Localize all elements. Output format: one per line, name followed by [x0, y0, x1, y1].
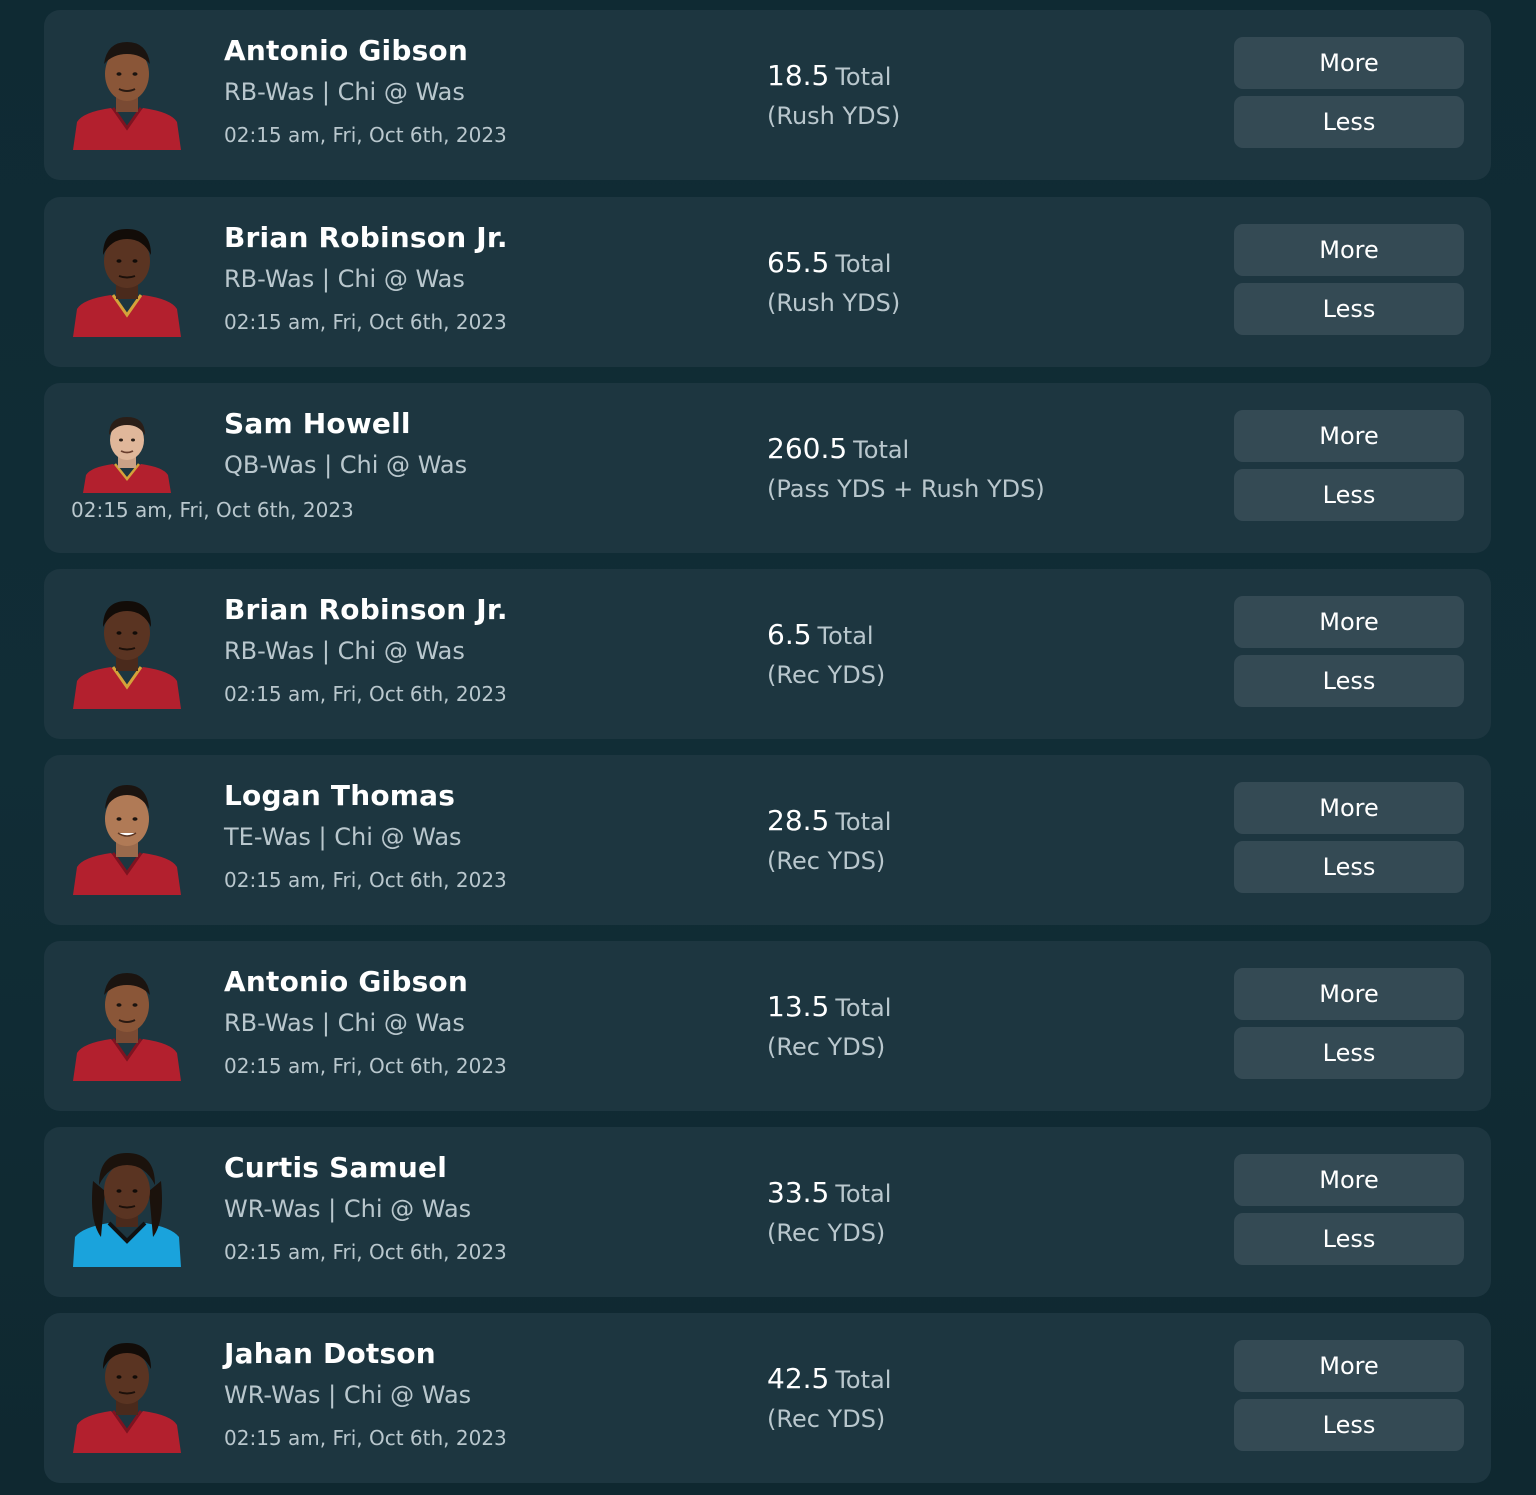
less-button[interactable]: Less	[1234, 1399, 1464, 1451]
prop-line: 42.5 Total	[767, 1362, 891, 1395]
player-team-matchup: RB-Was | Chi @ Was	[224, 1009, 465, 1037]
player-avatar	[71, 593, 183, 709]
prop-line: 65.5 Total	[767, 246, 891, 279]
player-team-matchup: RB-Was | Chi @ Was	[224, 637, 465, 665]
prop-line: 13.5 Total	[767, 990, 891, 1023]
total-label: Total	[835, 994, 892, 1022]
game-time: 02:15 am, Fri, Oct 6th, 2023	[71, 498, 354, 522]
more-button[interactable]: More	[1234, 1154, 1464, 1206]
more-button[interactable]: More	[1234, 37, 1464, 89]
player-name: Brian Robinson Jr.	[224, 593, 508, 626]
game-time: 02:15 am, Fri, Oct 6th, 2023	[224, 1426, 507, 1450]
stat-type: (Pass YDS + Rush YDS)	[767, 475, 1045, 503]
less-button[interactable]: Less	[1234, 283, 1464, 335]
more-button[interactable]: More	[1234, 410, 1464, 462]
prop-card: Sam Howell QB-Was | Chi @ Was 02:15 am, …	[44, 383, 1491, 553]
player-name: Antonio Gibson	[224, 965, 468, 998]
prop-card: Jahan Dotson WR-Was | Chi @ Was 02:15 am…	[44, 1313, 1491, 1483]
prop-card: Antonio Gibson RB-Was | Chi @ Was 02:15 …	[44, 941, 1491, 1111]
player-avatar	[71, 1151, 183, 1267]
prop-line: 18.5 Total	[767, 59, 891, 92]
player-name: Sam Howell	[224, 407, 411, 440]
prop-card: Logan Thomas TE-Was | Chi @ Was 02:15 am…	[44, 755, 1491, 925]
player-team-matchup: QB-Was | Chi @ Was	[224, 451, 468, 479]
player-name: Antonio Gibson	[224, 34, 468, 67]
less-button[interactable]: Less	[1234, 841, 1464, 893]
player-team-matchup: TE-Was | Chi @ Was	[224, 823, 462, 851]
player-avatar	[81, 413, 173, 493]
more-button[interactable]: More	[1234, 1340, 1464, 1392]
game-time: 02:15 am, Fri, Oct 6th, 2023	[224, 123, 507, 147]
less-button[interactable]: Less	[1234, 655, 1464, 707]
stat-type: (Rush YDS)	[767, 289, 901, 317]
total-label: Total	[853, 436, 910, 464]
total-label: Total	[835, 63, 892, 91]
prop-card: Curtis Samuel WR-Was | Chi @ Was 02:15 a…	[44, 1127, 1491, 1297]
player-avatar	[71, 34, 183, 150]
player-team-matchup: WR-Was | Chi @ Was	[224, 1195, 472, 1223]
game-time: 02:15 am, Fri, Oct 6th, 2023	[224, 310, 507, 334]
total-label: Total	[817, 622, 874, 650]
more-button[interactable]: More	[1234, 224, 1464, 276]
more-button[interactable]: More	[1234, 596, 1464, 648]
line-value: 13.5	[767, 990, 830, 1023]
player-name: Curtis Samuel	[224, 1151, 448, 1184]
stat-type: (Rec YDS)	[767, 1405, 886, 1433]
stat-type: (Rec YDS)	[767, 847, 886, 875]
prop-card: Antonio Gibson RB-Was | Chi @ Was 02:15 …	[44, 10, 1491, 180]
total-label: Total	[835, 1366, 892, 1394]
prop-line: 260.5 Total	[767, 432, 909, 465]
player-team-matchup: RB-Was | Chi @ Was	[224, 78, 465, 106]
stat-type: (Rec YDS)	[767, 1219, 886, 1247]
more-button[interactable]: More	[1234, 968, 1464, 1020]
prop-line: 6.5 Total	[767, 618, 874, 651]
game-time: 02:15 am, Fri, Oct 6th, 2023	[224, 1054, 507, 1078]
total-label: Total	[835, 808, 892, 836]
less-button[interactable]: Less	[1234, 96, 1464, 148]
line-value: 260.5	[767, 432, 848, 465]
prop-line: 33.5 Total	[767, 1176, 891, 1209]
player-avatar	[71, 779, 183, 895]
game-time: 02:15 am, Fri, Oct 6th, 2023	[224, 868, 507, 892]
less-button[interactable]: Less	[1234, 469, 1464, 521]
game-time: 02:15 am, Fri, Oct 6th, 2023	[224, 682, 507, 706]
line-value: 6.5	[767, 618, 812, 651]
stat-type: (Rec YDS)	[767, 1033, 886, 1061]
prop-card: Brian Robinson Jr. RB-Was | Chi @ Was 02…	[44, 569, 1491, 739]
line-value: 28.5	[767, 804, 830, 837]
total-label: Total	[835, 1180, 892, 1208]
prop-card: Brian Robinson Jr. RB-Was | Chi @ Was 02…	[44, 197, 1491, 367]
game-time: 02:15 am, Fri, Oct 6th, 2023	[224, 1240, 507, 1264]
more-button[interactable]: More	[1234, 782, 1464, 834]
player-name: Brian Robinson Jr.	[224, 221, 508, 254]
less-button[interactable]: Less	[1234, 1213, 1464, 1265]
prop-list: Antonio Gibson RB-Was | Chi @ Was 02:15 …	[0, 0, 1536, 1495]
stat-type: (Rush YDS)	[767, 102, 901, 130]
prop-line: 28.5 Total	[767, 804, 891, 837]
player-name: Logan Thomas	[224, 779, 456, 812]
player-avatar	[71, 1337, 183, 1453]
line-value: 18.5	[767, 59, 830, 92]
player-team-matchup: WR-Was | Chi @ Was	[224, 1381, 472, 1409]
line-value: 65.5	[767, 246, 830, 279]
player-team-matchup: RB-Was | Chi @ Was	[224, 265, 465, 293]
player-avatar	[71, 965, 183, 1081]
less-button[interactable]: Less	[1234, 1027, 1464, 1079]
stat-type: (Rec YDS)	[767, 661, 886, 689]
line-value: 33.5	[767, 1176, 830, 1209]
player-avatar	[71, 221, 183, 337]
total-label: Total	[835, 250, 892, 278]
player-name: Jahan Dotson	[224, 1337, 436, 1370]
line-value: 42.5	[767, 1362, 830, 1395]
